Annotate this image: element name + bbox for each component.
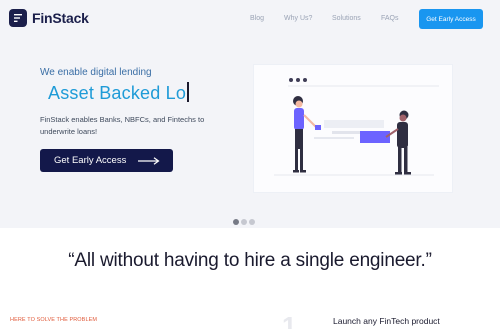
hero-cta-label: Get Early Access (54, 155, 127, 166)
nav-link-blog[interactable]: Blog (250, 15, 264, 22)
hero-rotating-text: Asset Backed Lo (48, 82, 189, 104)
header-get-early-access-button[interactable]: Get Early Access (419, 9, 483, 29)
carousel-dot-1[interactable] (233, 219, 239, 225)
arrow-right-icon (138, 156, 160, 165)
problem-item-title: Launch any FinTech product (333, 316, 440, 326)
nav-link-faqs[interactable]: FAQs (381, 15, 399, 22)
team-collaboration-illustration (274, 78, 439, 176)
value-proposition-quote: “All without having to hire a single eng… (68, 250, 432, 271)
hero-description: FinStack enables Banks, NBFCs, and Finte… (40, 115, 205, 136)
hero-get-early-access-button[interactable]: Get Early Access (40, 149, 173, 172)
carousel-indicators (233, 219, 255, 225)
carousel-dot-2[interactable] (241, 219, 247, 225)
hero-tagline: We enable digital lending (40, 67, 152, 78)
problem-section-label: HERE TO SOLVE THE PROBLEM (10, 317, 98, 323)
nav-link-why-us[interactable]: Why Us? (284, 15, 312, 22)
nav-link-solutions[interactable]: Solutions (332, 15, 361, 22)
rotating-text-value: Asset Backed Lo (48, 83, 187, 103)
step-number: 1 (282, 311, 297, 329)
hero-illustration (253, 64, 453, 193)
typing-cursor (187, 82, 189, 102)
carousel-dot-3[interactable] (249, 219, 255, 225)
